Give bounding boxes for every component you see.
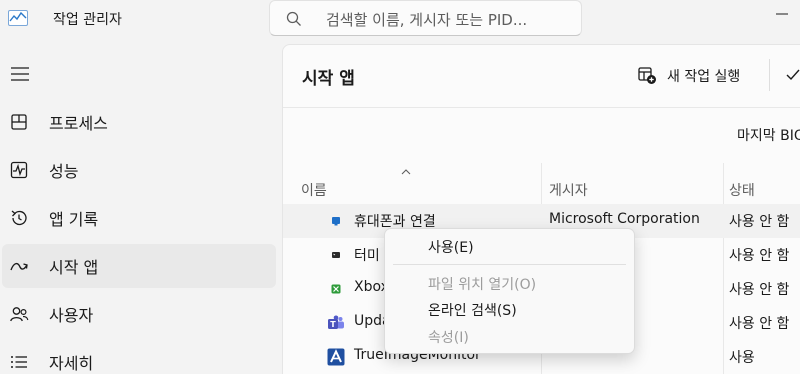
app-history-icon <box>11 210 27 226</box>
xbox-icon <box>331 284 341 294</box>
sidebar-item-label: 사용자 <box>49 306 94 325</box>
last-bios-label: 마지막 BIO <box>737 128 800 144</box>
search-icon <box>286 11 301 26</box>
details-icon <box>11 356 27 368</box>
sidebar-item-details[interactable]: 자세히 <box>2 340 276 374</box>
new-task-button[interactable]: 새 작업 실행 <box>637 63 767 87</box>
toolbar-divider <box>769 59 770 91</box>
context-menu-enable[interactable]: 사용(E) <box>385 233 634 259</box>
row-status: 사용 안 함 <box>729 248 790 264</box>
search-input[interactable]: 검색할 이름, 게시자 또는 PID... <box>326 9 527 30</box>
sidebar-item-label: 시작 앱 <box>49 258 99 277</box>
column-header-name[interactable]: 이름 <box>301 180 327 200</box>
header-divider <box>283 107 800 108</box>
row-status: 사용 안 함 <box>729 214 790 230</box>
sidebar-item-label: 프로세스 <box>49 114 108 133</box>
column-header-status[interactable]: 상태 <box>729 180 755 200</box>
teams-icon: T <box>328 315 344 329</box>
sidebar-item-label: 성능 <box>49 162 79 181</box>
row-name: 터미 <box>354 248 380 264</box>
context-menu-open-file-location: 파일 위치 열기(O) <box>385 270 634 296</box>
sidebar-item-label: 앱 기록 <box>49 210 99 229</box>
context-menu-label: 온라인 검색(S) <box>428 303 517 319</box>
context-menu-label: 속성(I) <box>428 330 469 346</box>
context-menu-label: 파일 위치 열기(O) <box>428 277 537 293</box>
task-manager-icon <box>8 10 28 26</box>
terminal-icon <box>332 252 340 258</box>
column-header-publisher[interactable]: 게시자 <box>549 180 588 200</box>
sidebar-item-app-history[interactable]: 앱 기록 <box>2 196 276 240</box>
app-title: 작업 관리자 <box>53 12 122 28</box>
sidebar-item-performance[interactable]: 성능 <box>2 148 276 192</box>
context-menu-label: 사용(E) <box>428 240 474 256</box>
title-bar: 작업 관리자 검색할 이름, 게시자 또는 PID... <box>0 0 800 40</box>
acronis-icon <box>327 348 345 366</box>
context-menu-divider <box>393 264 626 265</box>
processes-icon <box>11 114 27 130</box>
svg-text:T: T <box>330 320 336 329</box>
page-title: 시작 앱 <box>302 69 355 89</box>
row-publisher: Microsoft Corporation <box>549 211 700 227</box>
sidebar: 프로세스 성능 앱 기록 시작 앱 사용자 자세히 <box>0 40 282 374</box>
row-status: 사용 <box>729 350 755 366</box>
sidebar-item-processes[interactable]: 프로세스 <box>2 100 276 144</box>
new-task-label: 새 작업 실행 <box>667 69 741 85</box>
context-menu-search-online[interactable]: 온라인 검색(S) <box>385 296 634 322</box>
sidebar-item-startup-apps[interactable]: 시작 앱 <box>2 244 276 288</box>
hamburger-menu-icon[interactable] <box>10 67 30 81</box>
new-task-icon <box>638 67 656 84</box>
users-icon <box>10 307 29 322</box>
sidebar-item-label: 자세히 <box>49 354 94 373</box>
row-status: 사용 안 함 <box>729 282 790 298</box>
minimize-icon[interactable] <box>770 4 794 24</box>
performance-icon <box>10 161 28 179</box>
sidebar-item-users[interactable]: 사용자 <box>2 292 276 336</box>
check-icon[interactable] <box>786 69 800 81</box>
startup-apps-icon <box>10 262 28 271</box>
context-menu: 사용(E) 파일 위치 열기(O) 온라인 검색(S) 속성(I) <box>384 228 635 354</box>
search-box[interactable]: 검색할 이름, 게시자 또는 PID... <box>269 0 582 36</box>
context-menu-properties: 속성(I) <box>385 323 634 349</box>
phone-link-icon <box>332 217 340 226</box>
row-status: 사용 안 함 <box>729 316 790 332</box>
sort-ascending-icon <box>401 169 411 175</box>
